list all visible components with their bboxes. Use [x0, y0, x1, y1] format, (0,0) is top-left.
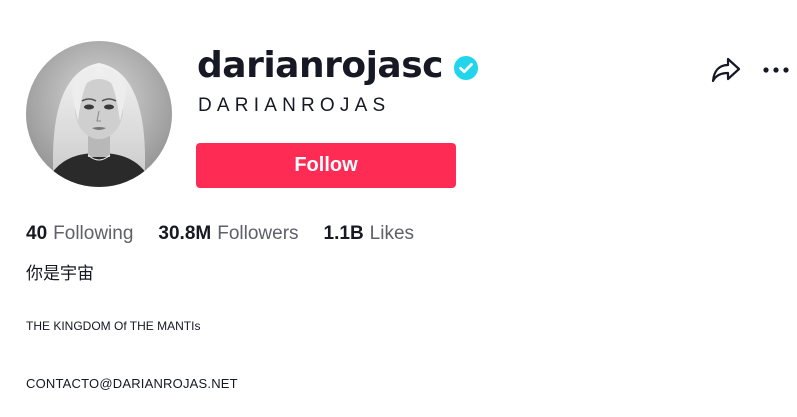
followers-stat[interactable]: 30.8M Followers	[158, 220, 298, 248]
bio-contact-email: CONTACTO@DARIANROJAS.NET	[26, 376, 238, 391]
username-row: darianrojasc	[197, 42, 479, 90]
following-label: Following	[53, 223, 134, 244]
avatar-portrait-image	[26, 41, 172, 187]
likes-count: 1.1B	[323, 223, 364, 244]
follow-button[interactable]: Follow	[196, 143, 456, 188]
bio-line: 你是宇宙	[26, 264, 94, 284]
following-count: 40	[26, 223, 48, 244]
more-options-icon[interactable]	[762, 62, 790, 76]
avatar[interactable]	[26, 41, 172, 187]
profile-stats: 40 Following 30.8M Followers 1.1B Likes	[26, 220, 439, 248]
followers-count: 30.8M	[158, 223, 212, 244]
likes-stat: 1.1B Likes	[324, 220, 415, 248]
bio-line: THE KINGDOM Of THE MANTIs	[26, 319, 201, 333]
display-name: DARIANROJAS	[198, 95, 391, 116]
verified-badge-icon	[453, 55, 479, 81]
likes-label: Likes	[369, 223, 415, 244]
profile-page: darianrojasc DARIANROJAS Follow 40 Follo…	[0, 0, 797, 417]
username: darianrojasc	[197, 45, 443, 86]
followers-label: Followers	[217, 223, 299, 244]
following-stat[interactable]: 40 Following	[26, 220, 133, 248]
share-icon[interactable]	[711, 56, 741, 84]
